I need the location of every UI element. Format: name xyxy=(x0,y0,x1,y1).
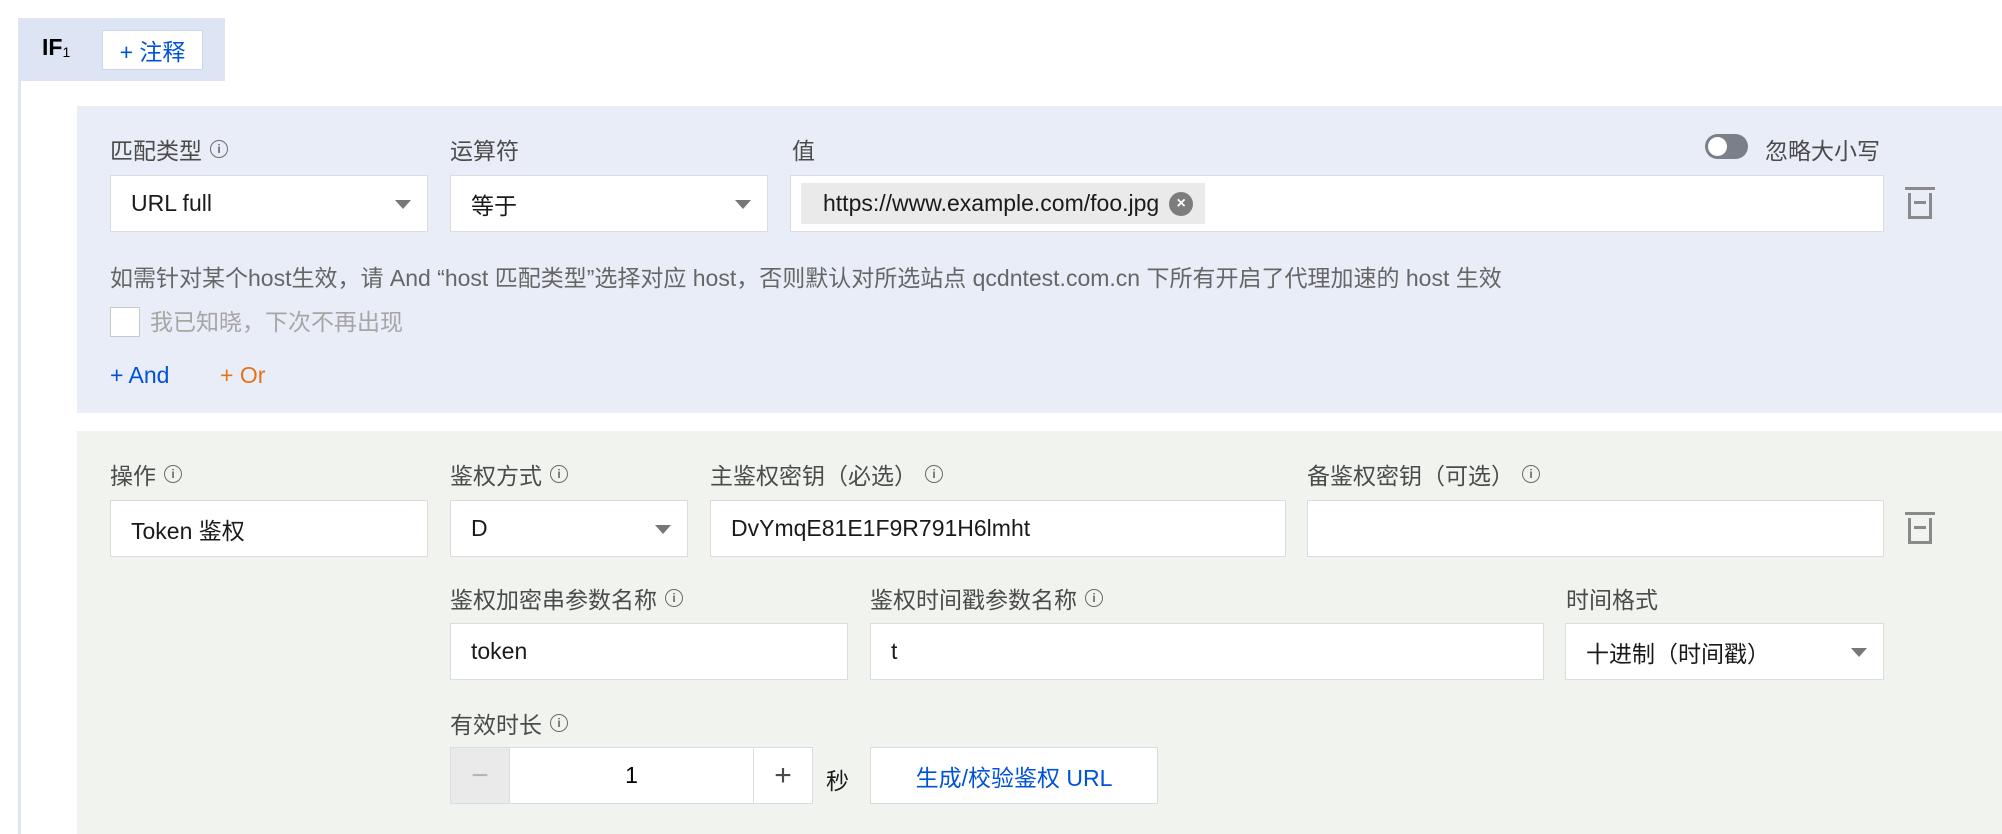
chevron-down-icon xyxy=(735,200,751,209)
time-param-label: 鉴权时间戳参数名称 i xyxy=(870,581,1103,615)
primary-key-value: DvYmqE81E1F9R791H6lmht xyxy=(731,515,1031,541)
ack-checkbox[interactable] xyxy=(110,307,140,337)
info-icon[interactable]: i xyxy=(164,465,182,483)
sign-param-value: token xyxy=(471,638,528,664)
info-icon[interactable]: i xyxy=(665,589,683,607)
delete-condition-trash-icon[interactable] xyxy=(1905,187,1935,221)
sign-param-label: 鉴权加密串参数名称 i xyxy=(450,581,683,615)
if-block-header: IF1 + 注释 xyxy=(18,18,225,81)
time-param-input[interactable]: t xyxy=(870,623,1544,680)
info-icon[interactable]: i xyxy=(1085,589,1103,607)
time-format-label: 时间格式 xyxy=(1566,587,1658,613)
primary-key-input[interactable]: DvYmqE81E1F9R791H6lmht xyxy=(710,500,1286,557)
if-block-rail xyxy=(18,81,21,834)
primary-key-label: 主鉴权密钥（必选） i xyxy=(710,457,943,491)
auth-method-label: 鉴权方式 i xyxy=(450,457,568,491)
host-hint-text: 如需针对某个host生效，请 And “host 匹配类型”选择对应 host，… xyxy=(110,265,1502,291)
add-note-button[interactable]: + 注释 xyxy=(102,30,203,70)
backup-key-label: 备鉴权密钥（可选） i xyxy=(1307,457,1540,491)
backup-key-input[interactable] xyxy=(1307,500,1884,557)
chevron-down-icon xyxy=(1851,648,1867,657)
operator-label: 运算符 xyxy=(450,138,519,164)
chevron-down-icon xyxy=(655,525,671,534)
if-index: 1 xyxy=(62,44,71,60)
time-format-value: 十进制（时间戳） xyxy=(1586,640,1770,667)
operator-select[interactable]: 等于 xyxy=(450,175,768,232)
info-icon[interactable]: i xyxy=(1522,465,1540,483)
ignore-case-toggle[interactable] xyxy=(1705,134,1748,159)
ack-checkbox-label: 我已知晓，下次不再出现 xyxy=(150,309,403,335)
time-format-select[interactable]: 十进制（时间戳） xyxy=(1565,623,1884,680)
sign-param-input[interactable]: token xyxy=(450,623,848,680)
action-label: 操作 i xyxy=(110,457,182,491)
time-param-value: t xyxy=(891,638,898,664)
match-type-label: 匹配类型 i xyxy=(110,132,228,166)
action-value: Token 鉴权 xyxy=(131,517,245,544)
validity-decrement-button[interactable]: − xyxy=(450,747,510,804)
delete-operation-trash-icon[interactable] xyxy=(1905,512,1935,546)
info-icon[interactable]: i xyxy=(550,714,568,732)
close-icon[interactable]: × xyxy=(1169,191,1194,216)
toggle-knob xyxy=(1708,137,1727,156)
match-type-value: URL full xyxy=(131,190,212,216)
value-label: 值 xyxy=(792,138,815,164)
operator-value: 等于 xyxy=(471,192,517,219)
info-icon[interactable]: i xyxy=(925,465,943,483)
generate-auth-url-button[interactable]: 生成/校验鉴权 URL xyxy=(870,747,1158,804)
if-label: IF1 xyxy=(42,34,71,60)
auth-method-value: D xyxy=(471,515,488,541)
add-and-link[interactable]: + And xyxy=(110,362,169,389)
chevron-down-icon xyxy=(395,200,411,209)
info-icon[interactable]: i xyxy=(210,140,228,158)
match-type-select[interactable]: URL full xyxy=(110,175,428,232)
value-tag-text: https://www.example.com/foo.jpg xyxy=(823,190,1160,216)
value-tag-input[interactable]: https://www.example.com/foo.jpg × xyxy=(790,175,1884,232)
action-field[interactable]: Token 鉴权 xyxy=(110,500,428,557)
validity-value[interactable]: 1 xyxy=(510,747,753,804)
info-icon[interactable]: i xyxy=(550,465,568,483)
validity-label: 有效时长 i xyxy=(450,706,568,740)
validity-increment-button[interactable]: + xyxy=(753,747,813,804)
ignore-case-label: 忽略大小写 xyxy=(1765,138,1880,164)
validity-unit: 秒 xyxy=(826,768,849,794)
auth-method-select[interactable]: D xyxy=(450,500,688,557)
value-tag: https://www.example.com/foo.jpg × xyxy=(801,183,1206,224)
add-or-link[interactable]: + Or xyxy=(220,362,265,389)
